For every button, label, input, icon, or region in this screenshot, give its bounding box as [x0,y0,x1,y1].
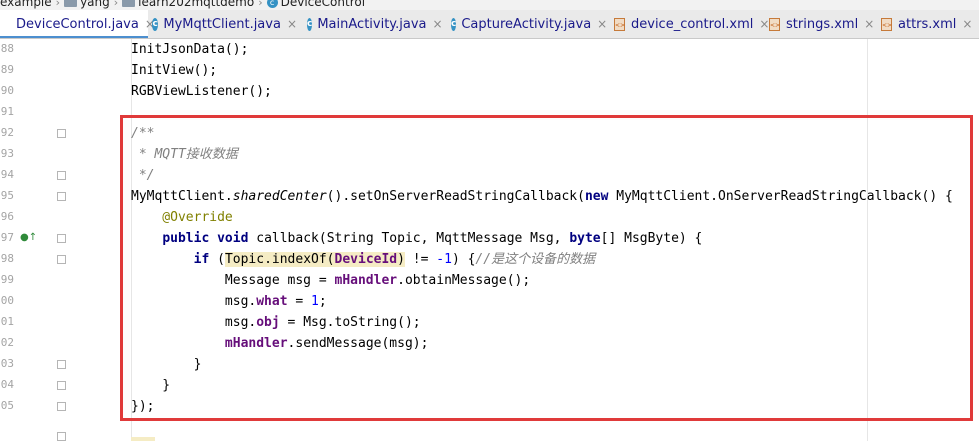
folder-icon [64,0,78,7]
fold-toggle-icon[interactable] [57,381,66,390]
editor-gutter: 88 89 90 91 92 93 94 95 96 97 98 99 00 0… [0,39,102,441]
line-number: 89 [0,63,14,76]
close-icon[interactable]: × [864,17,874,31]
tab-label: MainActivity.java [317,16,427,32]
fold-toggle-icon[interactable] [57,360,66,369]
caret-highlight [131,437,155,441]
fold-toggle-icon[interactable] [57,255,66,264]
chevron-right-icon: › [55,0,61,9]
line-number: 88 [0,42,14,55]
fold-toggle-icon[interactable] [57,192,66,201]
line-number: 03 [0,357,14,370]
class-icon: c [451,17,457,31]
breadcrumb-item-example[interactable]: example [0,0,52,9]
tab-devicecontrol[interactable]: DeviceControl.java × [0,10,155,38]
close-icon[interactable]: × [759,17,769,31]
fold-toggle-icon[interactable] [57,402,66,411]
line-number: 90 [0,84,14,97]
tab-mainactivity[interactable]: c MainActivity.java × [307,10,443,38]
tab-captureactivity[interactable]: c CaptureActivity.java × [451,10,607,38]
line-number: 00 [0,294,14,307]
code-line: InitJsonData(); [131,42,249,57]
chevron-right-icon: › [113,0,119,9]
line-number: 93 [0,147,14,160]
line-number: 91 [0,105,14,118]
breadcrumb-item-yang[interactable]: yang [80,0,110,9]
tab-strings-xml[interactable]: <> strings.xml × [769,10,874,38]
breadcrumb-item-package[interactable]: learn202mqttdemo [138,0,254,9]
tab-label: strings.xml [786,16,859,32]
class-icon: c [307,17,313,31]
editor-tab-bar: DeviceControl.java × c MyMqttClient.java… [0,10,979,39]
line-number: 97 [0,231,14,244]
fold-toggle-icon[interactable] [57,234,66,243]
fold-toggle-icon[interactable] [57,432,66,441]
override-method-icon[interactable]: ●↑ [20,232,37,243]
line-number: 04 [0,378,14,391]
xml-file-icon: <> [769,17,780,31]
breadcrumb-item-class[interactable]: DeviceControl [281,0,365,9]
line-number: 05 [0,399,14,412]
line-number: 96 [0,210,14,223]
xml-file-icon: <> [881,17,892,31]
line-number: 98 [0,252,14,265]
tab-label: CaptureActivity.java [461,16,592,32]
class-icon: c [152,17,159,31]
code-line: InitView(); [131,63,218,78]
line-number: 95 [0,189,14,202]
close-icon[interactable]: × [962,17,972,31]
code-line: RGBViewListener(); [131,84,272,99]
folder-icon [122,0,136,7]
line-number: 02 [0,336,14,349]
line-number: 94 [0,168,14,181]
line-number: 92 [0,126,14,139]
line-number: 99 [0,273,14,286]
tab-device-control-xml[interactable]: <> device_control.xml × [614,10,769,38]
class-icon: c [266,0,278,8]
tab-label: device_control.xml [631,16,754,32]
close-icon[interactable]: × [433,17,443,31]
tab-mymqttclient[interactable]: c MyMqttClient.java × [152,10,297,38]
tab-label: MyMqttClient.java [163,16,281,32]
tab-label: DeviceControl.java [16,16,139,32]
xml-file-icon: <> [614,17,625,31]
close-icon[interactable]: × [597,17,607,31]
fold-toggle-icon[interactable] [57,171,66,180]
line-number: 01 [0,315,14,328]
close-icon[interactable]: × [287,17,297,31]
chevron-right-icon: › [258,0,263,9]
highlight-box [120,115,973,421]
tab-label: attrs.xml [898,16,957,32]
breadcrumb: example › yang › learn202mqttdemo › c De… [0,0,979,10]
tab-attrs-xml[interactable]: <> attrs.xml × [881,10,979,38]
fold-toggle-icon[interactable] [57,129,66,138]
